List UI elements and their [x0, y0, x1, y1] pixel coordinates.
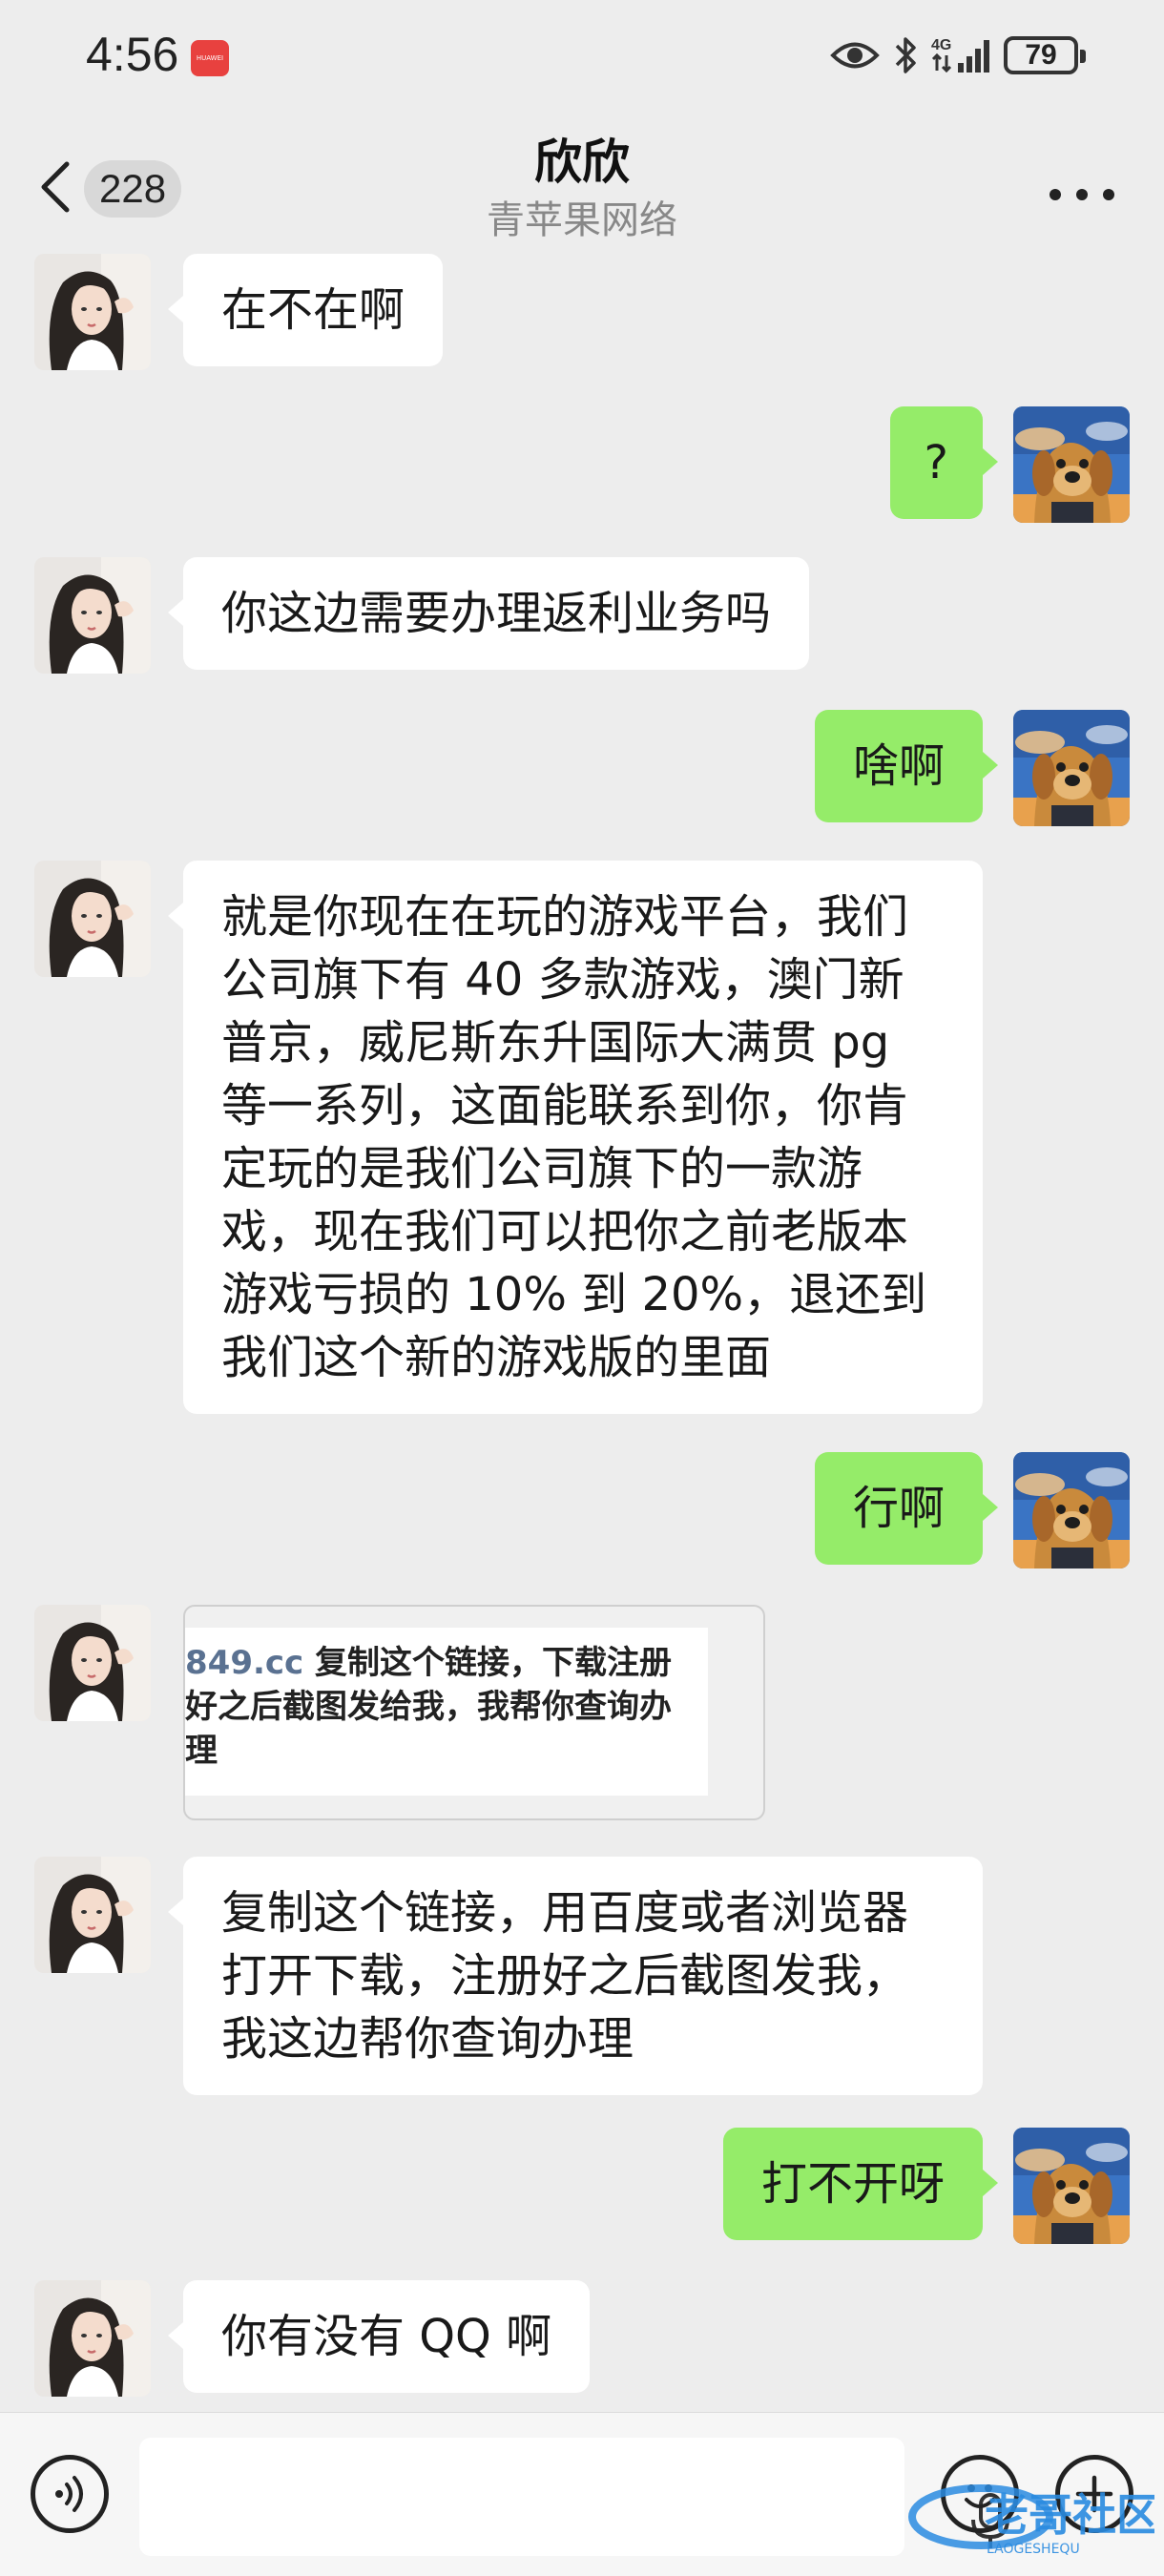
more-options-button[interactable]	[1050, 176, 1114, 214]
my-avatar[interactable]	[1013, 1452, 1130, 1568]
contact-avatar[interactable]	[34, 254, 151, 370]
contact-avatar[interactable]	[34, 861, 151, 977]
svg-text:LAOGESHEQU: LAOGESHEQU	[987, 2542, 1080, 2557]
message-text: 行啊	[852, 1482, 945, 1535]
image-text-line: 理	[185, 1732, 218, 1770]
message-line: 打开下载，注册好之后截图发我，	[221, 1949, 909, 2003]
sent-message-bubble[interactable]: 行啊	[814, 1452, 999, 1565]
received-message-bubble[interactable]: 就是你现在在玩的游戏平台，我们 公司旗下有 40 多款游戏，澳门新 普京，威尼斯…	[168, 861, 983, 1414]
contact-name: 欣欣	[534, 135, 630, 190]
status-icons: 4G 79	[830, 29, 1086, 82]
svg-text:老哥社区: 老哥社区	[985, 2489, 1154, 2541]
received-message-bubble[interactable]: 在不在啊	[167, 254, 444, 366]
message-line: 我们这个新的游戏版的里面	[221, 1331, 772, 1384]
received-message-bubble[interactable]: 你有没有 QQ 啊	[167, 2280, 591, 2393]
message-input[interactable]	[139, 2438, 1009, 2556]
my-avatar[interactable]	[1013, 2128, 1130, 2244]
message-text: ?	[924, 436, 948, 489]
more-dots-icon	[1050, 189, 1061, 200]
image-message[interactable]: 849.cc 复制这个链接，下载注册 好之后截图发给我，我帮你查询办 理	[183, 1605, 765, 1820]
message-line: 游戏亏损的 10% 到 20%，退还到	[221, 1268, 927, 1321]
bluetooth-icon	[893, 34, 918, 76]
image-text-line: 复制这个链接，下载注册	[315, 1644, 673, 1682]
contact-avatar[interactable]	[34, 1605, 151, 1721]
message-line: 就是你现在在玩的游戏平台，我们	[221, 890, 909, 944]
received-message-bubble[interactable]: 你这边需要办理返利业务吗	[167, 557, 810, 670]
link-url: 849.cc	[185, 1644, 304, 1682]
received-message-bubble[interactable]: 复制这个链接，用百度或者浏览器 打开下载，注册好之后截图发我， 我这边帮你查询办…	[168, 1857, 983, 2095]
message-text: 打不开呀	[760, 2157, 945, 2211]
battery-indicator: 79	[1004, 36, 1086, 74]
message-text: 在不在啊	[221, 283, 405, 337]
contact-avatar[interactable]	[34, 2280, 151, 2397]
contact-subtitle: 青苹果网络	[487, 198, 677, 242]
sent-message-bubble[interactable]: 打不开呀	[722, 2128, 999, 2240]
signal-icon: 4G	[931, 34, 990, 76]
status-bar: 4:56 HUAWEI 4G 79	[0, 0, 1164, 113]
message-line: 复制这个链接，用百度或者浏览器	[221, 1886, 909, 1940]
huawei-app-badge: HUAWEI	[191, 40, 229, 76]
eye-icon	[830, 39, 880, 72]
chat-header: 228 欣欣 青苹果网络	[0, 113, 1164, 254]
status-time: 4:56	[86, 28, 179, 81]
voice-input-icon	[55, 2476, 83, 2512]
message-line: 公司旗下有 40 多款游戏，澳门新	[221, 953, 904, 1007]
message-text: 你这边需要办理返利业务吗	[221, 587, 772, 640]
watermark-logo: 老哥社区 LAOGESHEQU	[908, 2484, 1154, 2557]
contact-avatar[interactable]	[34, 557, 151, 674]
image-text-line: 好之后截图发给我，我帮你查询办	[185, 1688, 672, 1726]
message-text: 啥啊	[852, 739, 945, 793]
message-line: 我这边帮你查询办理	[221, 2012, 634, 2066]
voice-toggle-button[interactable]	[31, 2455, 109, 2533]
sent-message-bubble[interactable]: 啥啊	[814, 710, 999, 822]
message-line: 普京，威尼斯东升国际大满贯 pg	[221, 1016, 890, 1070]
my-avatar[interactable]	[1013, 710, 1130, 826]
sent-message-bubble[interactable]: ?	[889, 406, 999, 519]
my-avatar[interactable]	[1013, 406, 1130, 523]
message-line: 戏，现在我们可以把你之前老版本	[221, 1205, 909, 1258]
message-line: 定玩的是我们公司旗下的一款游	[221, 1142, 863, 1195]
contact-avatar[interactable]	[34, 1857, 151, 1973]
screenshot-card: 849.cc 复制这个链接，下载注册 好之后截图发给我，我帮你查询办 理	[185, 1628, 708, 1796]
message-text: 你有没有 QQ 啊	[221, 2310, 552, 2363]
message-line: 等一系列，这面能联系到你，你肯	[221, 1079, 909, 1132]
network-type: 4G	[931, 37, 951, 53]
